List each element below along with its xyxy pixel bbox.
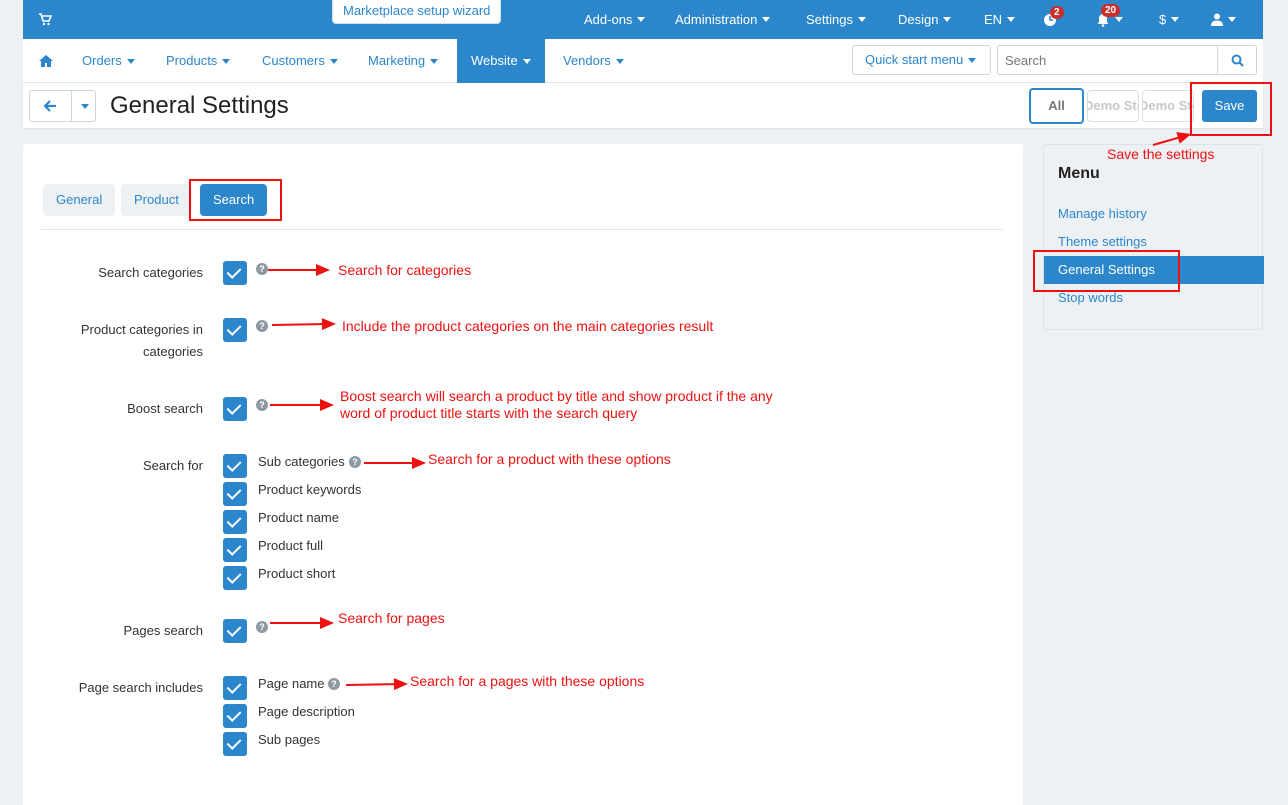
arrow-icon <box>270 399 334 411</box>
quick-start-menu-button[interactable]: Quick start menu <box>852 45 991 75</box>
checkbox-product-categories[interactable] <box>223 318 247 342</box>
option-page-name: Page name <box>258 676 325 691</box>
checkbox-product-short[interactable] <box>223 566 247 590</box>
checkbox-page-description[interactable] <box>223 704 247 728</box>
annotation-product-categories: Include the product categories on the ma… <box>342 318 714 334</box>
page-title: General Settings <box>110 92 289 119</box>
annotation-page-includes: Search for a pages with these options <box>410 673 645 689</box>
annotation-save: Save the settings <box>1107 146 1215 162</box>
annotation-categories: Search for categories <box>338 262 472 278</box>
label-product-categories: Product categories in categories <box>80 322 203 359</box>
label-pages-search: Pages search <box>123 623 204 638</box>
store-button-2[interactable]: Demo Store <box>1142 90 1194 122</box>
nav-website[interactable]: Website <box>457 39 545 83</box>
annotation-boost: Boost search will search a product by ti… <box>340 388 773 421</box>
nav-marketing[interactable]: Marketing <box>368 39 439 83</box>
checkbox-product-full[interactable] <box>223 538 247 562</box>
option-product-keywords: Product keywords <box>258 482 362 497</box>
search-icon <box>1231 54 1244 67</box>
marketplace-wizard-link[interactable]: Marketplace setup wizard <box>332 0 502 24</box>
home-icon[interactable] <box>39 55 53 67</box>
divider <box>41 229 1003 230</box>
annotation-search-for: Search for a product with these options <box>428 451 671 467</box>
arrow-left-icon[interactable] <box>44 100 57 112</box>
language-menu[interactable]: EN <box>984 0 1016 39</box>
help-icon[interactable]: ? <box>256 320 268 332</box>
save-highlight-box <box>1190 82 1272 136</box>
arrow-icon <box>364 457 426 469</box>
store-button-1[interactable]: Demo Store <box>1087 90 1139 122</box>
option-product-name: Product name <box>258 510 339 525</box>
option-product-full: Product full <box>258 538 324 553</box>
search-input[interactable] <box>997 45 1218 75</box>
nav-orders[interactable]: Orders <box>82 39 135 83</box>
tab-general[interactable]: General <box>43 184 116 216</box>
checkbox-product-name[interactable] <box>223 510 247 534</box>
label-page-search-includes: Page search includes <box>78 680 203 695</box>
arrow-icon <box>270 617 334 629</box>
general-settings-highlight-box <box>1033 250 1180 292</box>
sidebar-title: Menu <box>1058 165 1100 182</box>
nav-vendors[interactable]: Vendors <box>563 39 624 83</box>
user-menu[interactable] <box>1211 0 1236 39</box>
design-menu[interactable]: Design <box>898 0 952 39</box>
search-button[interactable] <box>1217 45 1257 75</box>
sidebar-item-manage-history[interactable]: Manage history <box>1044 200 1264 228</box>
addons-menu[interactable]: Add-ons <box>584 0 646 39</box>
currency-menu[interactable]: $ <box>1159 0 1180 39</box>
chevron-down-icon[interactable] <box>81 104 89 109</box>
help-icon[interactable]: ? <box>256 399 268 411</box>
help-icon[interactable]: ? <box>256 263 268 275</box>
all-stores-button[interactable]: All <box>1029 88 1084 124</box>
checkbox-sub-pages[interactable] <box>223 732 247 756</box>
option-product-short: Product short <box>258 566 336 581</box>
nav-customers[interactable]: Customers <box>262 39 338 83</box>
checkbox-page-name[interactable] <box>223 676 247 700</box>
label-search-categories: Search categories <box>98 265 203 280</box>
settings-menu[interactable]: Settings <box>806 0 866 39</box>
title-bar: General Settings All Demo Store Demo Sto… <box>23 83 1263 128</box>
option-page-description: Page description <box>258 704 355 719</box>
annotation-pages: Search for pages <box>338 610 445 626</box>
checkbox-pages-search[interactable] <box>223 619 247 643</box>
notifications-badge: 2 <box>1050 6 1064 19</box>
checkbox-search-categories[interactable] <box>223 261 247 285</box>
search-tab-highlight-box <box>189 179 282 221</box>
settings-panel: General Product Search Search categories… <box>23 144 1023 805</box>
option-sub-pages: Sub pages <box>258 732 321 747</box>
tab-product[interactable]: Product <box>121 184 192 216</box>
checkbox-sub-categories[interactable] <box>223 454 247 478</box>
back-button-group[interactable] <box>29 90 96 122</box>
checkbox-product-keywords[interactable] <box>223 482 247 506</box>
administration-menu[interactable]: Administration <box>675 0 771 39</box>
nav-products[interactable]: Products <box>166 39 231 83</box>
cart-icon[interactable] <box>38 12 52 26</box>
top-bar: Marketplace setup wizard Add-ons Adminis… <box>23 0 1263 39</box>
help-icon[interactable]: ? <box>349 456 361 468</box>
label-boost-search: Boost search <box>127 401 203 416</box>
sidebar-menu: Menu Manage history Theme settings Gener… <box>1043 144 1264 330</box>
main-nav: Orders Products Customers Marketing Webs… <box>23 39 1263 83</box>
user-icon <box>1211 13 1223 26</box>
checkbox-boost-search[interactable] <box>223 397 247 421</box>
label-search-for: Search for <box>143 458 203 473</box>
option-sub-categories: Sub categories <box>258 454 345 469</box>
bell-badge: 20 <box>1101 4 1121 17</box>
arrow-icon <box>268 264 330 276</box>
help-icon[interactable]: ? <box>256 621 268 633</box>
help-icon[interactable]: ? <box>328 678 340 690</box>
